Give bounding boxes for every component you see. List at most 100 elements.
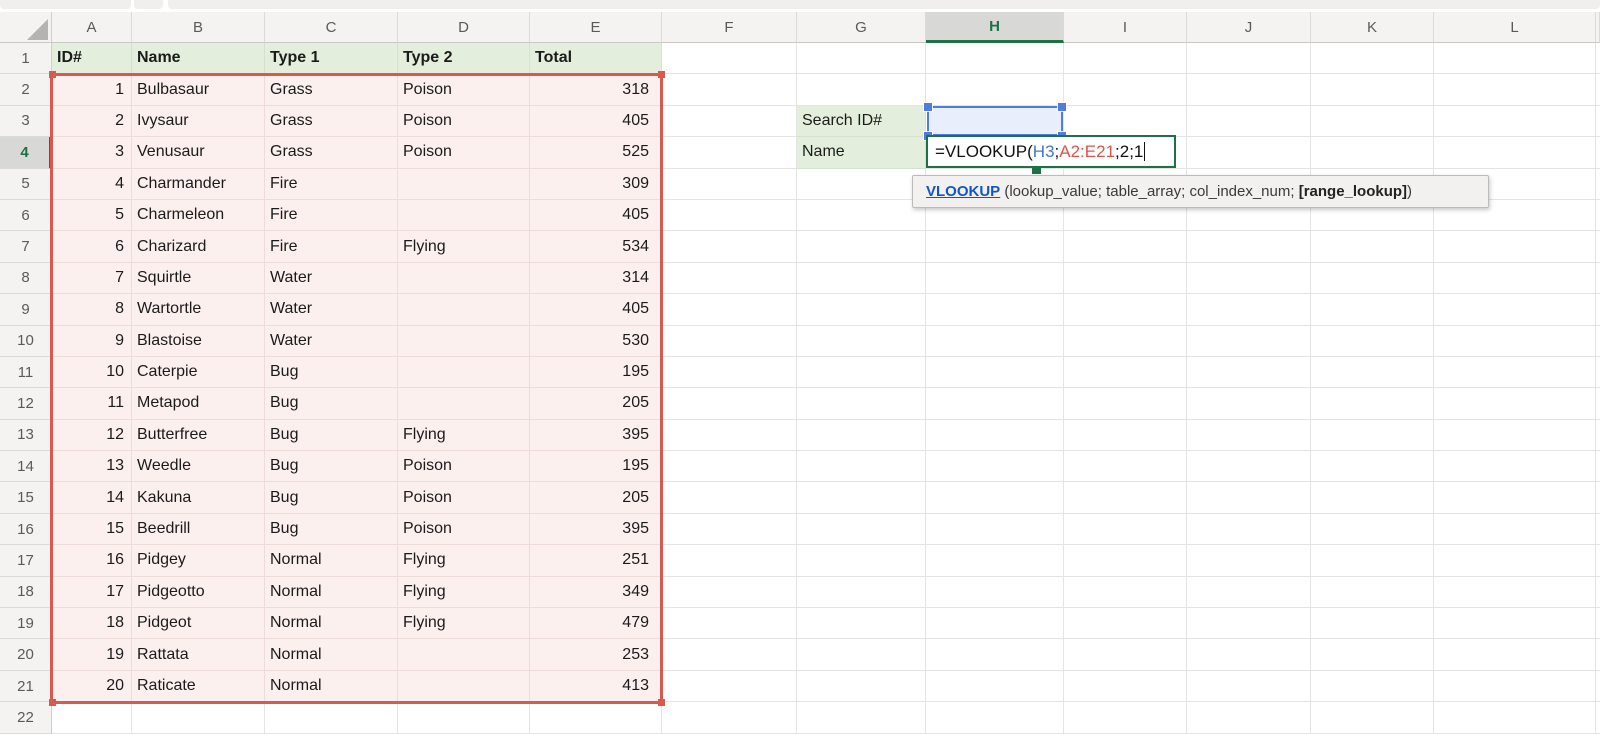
cell-M12[interactable] — [1596, 388, 1600, 419]
cell-H9[interactable] — [926, 294, 1064, 325]
column-header-B[interactable]: B — [132, 12, 265, 43]
cell-B10[interactable]: Blastoise — [132, 326, 265, 357]
cell-C8[interactable]: Water — [265, 263, 398, 294]
cell-L7[interactable] — [1434, 231, 1596, 262]
cell-G2[interactable] — [797, 74, 926, 105]
cell-B5[interactable]: Charmander — [132, 169, 265, 200]
column-header-filler[interactable] — [1596, 12, 1600, 43]
cell-M20[interactable] — [1596, 639, 1600, 670]
cell-M14[interactable] — [1596, 451, 1600, 482]
cell-E3[interactable]: 405 — [530, 106, 662, 137]
cell-I16[interactable] — [1064, 514, 1187, 545]
cell-A19[interactable]: 18 — [52, 608, 132, 639]
cell-G14[interactable] — [797, 451, 926, 482]
cell-J13[interactable] — [1187, 420, 1311, 451]
cell-I22[interactable] — [1064, 702, 1187, 733]
cell-G4[interactable]: Name — [797, 137, 926, 168]
cell-G6[interactable] — [797, 200, 926, 231]
cell-M8[interactable] — [1596, 263, 1600, 294]
row-header-11[interactable]: 11 — [0, 357, 52, 388]
cell-E22[interactable] — [530, 702, 662, 733]
cell-F5[interactable] — [662, 169, 797, 200]
cell-A6[interactable]: 5 — [52, 200, 132, 231]
cell-B4[interactable]: Venusaur — [132, 137, 265, 168]
cell-H16[interactable] — [926, 514, 1064, 545]
column-header-K[interactable]: K — [1311, 12, 1434, 43]
cell-A3[interactable]: 2 — [52, 106, 132, 137]
cell-F12[interactable] — [662, 388, 797, 419]
cell-F7[interactable] — [662, 231, 797, 262]
cell-A22[interactable] — [52, 702, 132, 733]
cell-M19[interactable] — [1596, 608, 1600, 639]
select-all-corner[interactable] — [0, 12, 52, 43]
cell-K2[interactable] — [1311, 74, 1434, 105]
cell-C19[interactable]: Normal — [265, 608, 398, 639]
cell-F14[interactable] — [662, 451, 797, 482]
cell-L10[interactable] — [1434, 326, 1596, 357]
cell-M6[interactable] — [1596, 200, 1600, 231]
row-header-3[interactable]: 3 — [0, 106, 52, 137]
cell-E21[interactable]: 413 — [530, 671, 662, 702]
row-header-20[interactable]: 20 — [0, 639, 52, 670]
cell-L16[interactable] — [1434, 514, 1596, 545]
column-header-C[interactable]: C — [265, 12, 398, 43]
cell-M4[interactable] — [1596, 137, 1600, 168]
cell-F6[interactable] — [662, 200, 797, 231]
row-header-12[interactable]: 12 — [0, 388, 52, 419]
row-header-7[interactable]: 7 — [0, 231, 52, 262]
cell-H13[interactable] — [926, 420, 1064, 451]
cell-H21[interactable] — [926, 671, 1064, 702]
cell-I3[interactable] — [1064, 106, 1187, 137]
cell-I7[interactable] — [1064, 231, 1187, 262]
cell-J19[interactable] — [1187, 608, 1311, 639]
cell-M17[interactable] — [1596, 545, 1600, 576]
cell-G20[interactable] — [797, 639, 926, 670]
cell-K3[interactable] — [1311, 106, 1434, 137]
cell-B6[interactable]: Charmeleon — [132, 200, 265, 231]
cell-C9[interactable]: Water — [265, 294, 398, 325]
row-header-10[interactable]: 10 — [0, 326, 52, 357]
cell-E19[interactable]: 479 — [530, 608, 662, 639]
cell-H2[interactable] — [926, 74, 1064, 105]
cell-I14[interactable] — [1064, 451, 1187, 482]
cell-M22[interactable] — [1596, 702, 1600, 733]
cell-M2[interactable] — [1596, 74, 1600, 105]
cell-G5[interactable] — [797, 169, 926, 200]
cell-B13[interactable]: Butterfree — [132, 420, 265, 451]
cell-H17[interactable] — [926, 545, 1064, 576]
cell-M3[interactable] — [1596, 106, 1600, 137]
cell-B11[interactable]: Caterpie — [132, 357, 265, 388]
cell-B1[interactable]: Name — [132, 43, 265, 74]
cell-H12[interactable] — [926, 388, 1064, 419]
cell-I17[interactable] — [1064, 545, 1187, 576]
cell-B3[interactable]: Ivysaur — [132, 106, 265, 137]
cell-E4[interactable]: 525 — [530, 137, 662, 168]
cell-D8[interactable] — [398, 263, 530, 294]
cell-E17[interactable]: 251 — [530, 545, 662, 576]
cell-D10[interactable] — [398, 326, 530, 357]
cell-L14[interactable] — [1434, 451, 1596, 482]
cell-C7[interactable]: Fire — [265, 231, 398, 262]
cell-D17[interactable]: Flying — [398, 545, 530, 576]
cell-D21[interactable] — [398, 671, 530, 702]
cell-K11[interactable] — [1311, 357, 1434, 388]
cell-L17[interactable] — [1434, 545, 1596, 576]
cell-B8[interactable]: Squirtle — [132, 263, 265, 294]
row-header-2[interactable]: 2 — [0, 74, 52, 105]
cell-G19[interactable] — [797, 608, 926, 639]
cell-F20[interactable] — [662, 639, 797, 670]
cell-J21[interactable] — [1187, 671, 1311, 702]
cell-A18[interactable]: 17 — [52, 577, 132, 608]
cell-E10[interactable]: 530 — [530, 326, 662, 357]
cell-J22[interactable] — [1187, 702, 1311, 733]
cell-G10[interactable] — [797, 326, 926, 357]
cell-H20[interactable] — [926, 639, 1064, 670]
cell-F3[interactable] — [662, 106, 797, 137]
reference-handle-icon[interactable] — [1058, 103, 1066, 111]
cell-G18[interactable] — [797, 577, 926, 608]
column-header-F[interactable]: F — [662, 12, 797, 43]
cell-B15[interactable]: Kakuna — [132, 482, 265, 513]
cell-K9[interactable] — [1311, 294, 1434, 325]
cell-C17[interactable]: Normal — [265, 545, 398, 576]
cell-B14[interactable]: Weedle — [132, 451, 265, 482]
